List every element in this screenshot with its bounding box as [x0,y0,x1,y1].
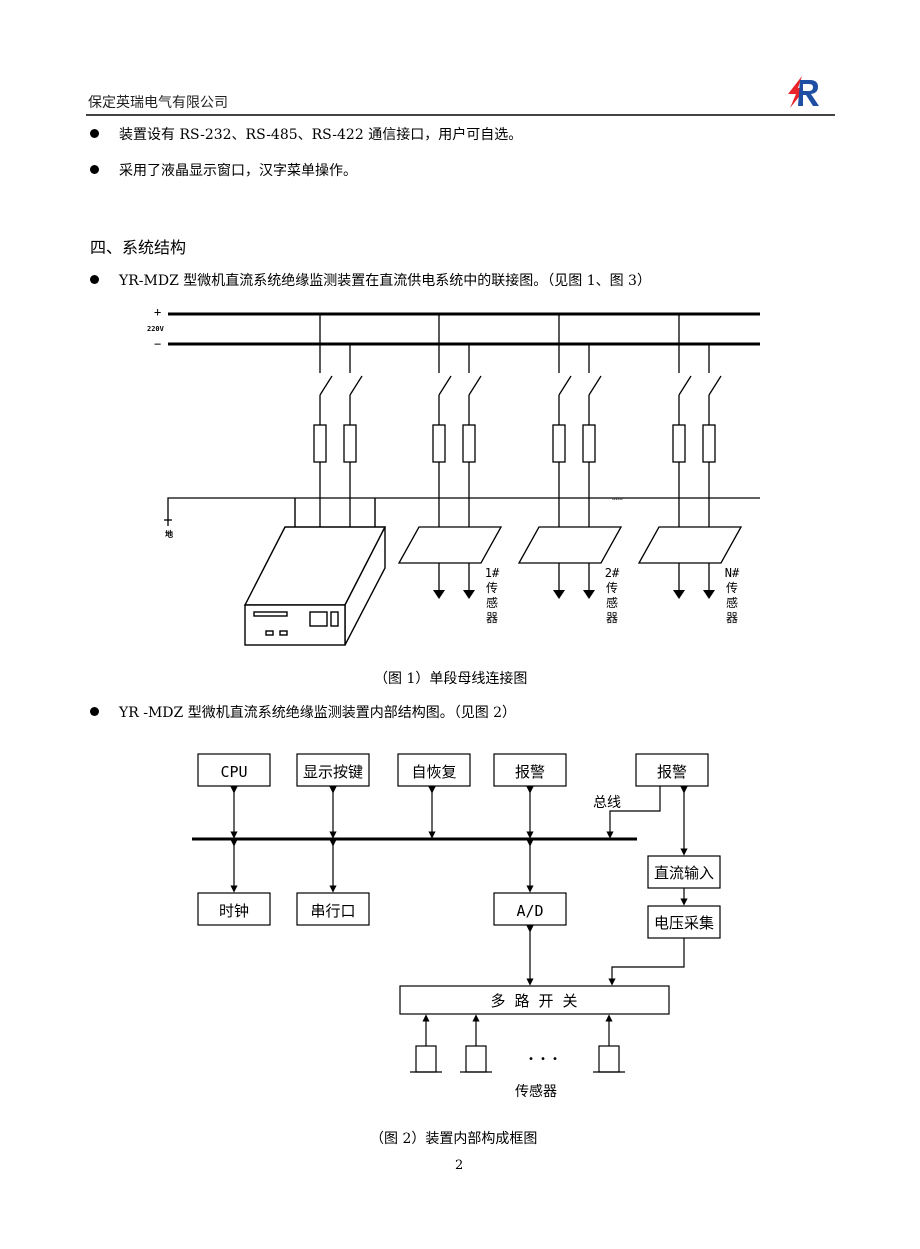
page-number: 2 [455,1158,464,1173]
sensor-label: 传 [726,580,738,595]
switch-icon [319,375,333,396]
switch-icon [468,375,482,396]
figure2-caption: （图 2）装置内部构成框图 [370,1131,538,1147]
figure1-caption: （图 1）单段母线连接图 [374,671,528,687]
plus-label: + [154,305,161,319]
sensor-label: 感 [606,595,618,610]
sensor-label: 器 [606,611,618,625]
ground-label: 地 [165,529,173,539]
ground-arrow-icon [703,590,715,599]
sensor-label: 感 [486,595,498,610]
sensor-module: 1#传感器 [397,526,503,625]
sensor-label: N# [725,566,740,580]
monitoring-device [243,498,387,646]
switch-icon [349,375,363,396]
ground-arrow-icon [433,590,445,599]
sensor-module: N#传感器 [637,526,743,625]
switch-icon [438,375,452,396]
switch-icon [588,375,602,396]
fuse-icon [702,424,716,463]
sensor-module: 2#传感器 [517,526,623,625]
ground-arrow-icon [673,590,685,599]
sensor-label: 2# [605,566,620,580]
sensor-label: 传 [486,580,498,595]
fuse-icon [552,424,566,463]
sensor-label: 器 [726,611,738,625]
fuse-icon [462,424,476,463]
fuse-icon [432,424,446,463]
bus-ellipsis: …… [612,493,623,503]
ground-arrow-icon [463,590,475,599]
fuse-icon [343,424,357,463]
minus-label: − [154,337,161,351]
fuse-icon [582,424,596,463]
fuse-icon [313,424,327,463]
sensor-label: 1# [485,566,500,580]
fuse-icon [672,424,686,463]
ground-arrow-icon [553,590,565,599]
switch-icon [708,375,722,396]
bullet-icon [90,707,99,716]
switch-icon [678,375,692,396]
bullet-item: YR -MDZ 型微机直流系统绝缘监测装置内部结构图。（见图 2） [90,704,516,722]
sensor-label: 感 [726,595,738,610]
sensor-label: 传 [606,580,618,595]
figure1-diagram: + 220V − 地 …… 1#传感器2#传感器N#传感器 [147,305,760,646]
ground-line [167,497,760,526]
ground-arrow-icon [583,590,595,599]
bullet-text: YR -MDZ 型微机直流系统绝缘监测装置内部结构图。（见图 2） [119,705,517,721]
sensor-label: 器 [486,611,498,625]
voltage-label: 220V [147,325,165,333]
switch-icon [558,375,572,396]
